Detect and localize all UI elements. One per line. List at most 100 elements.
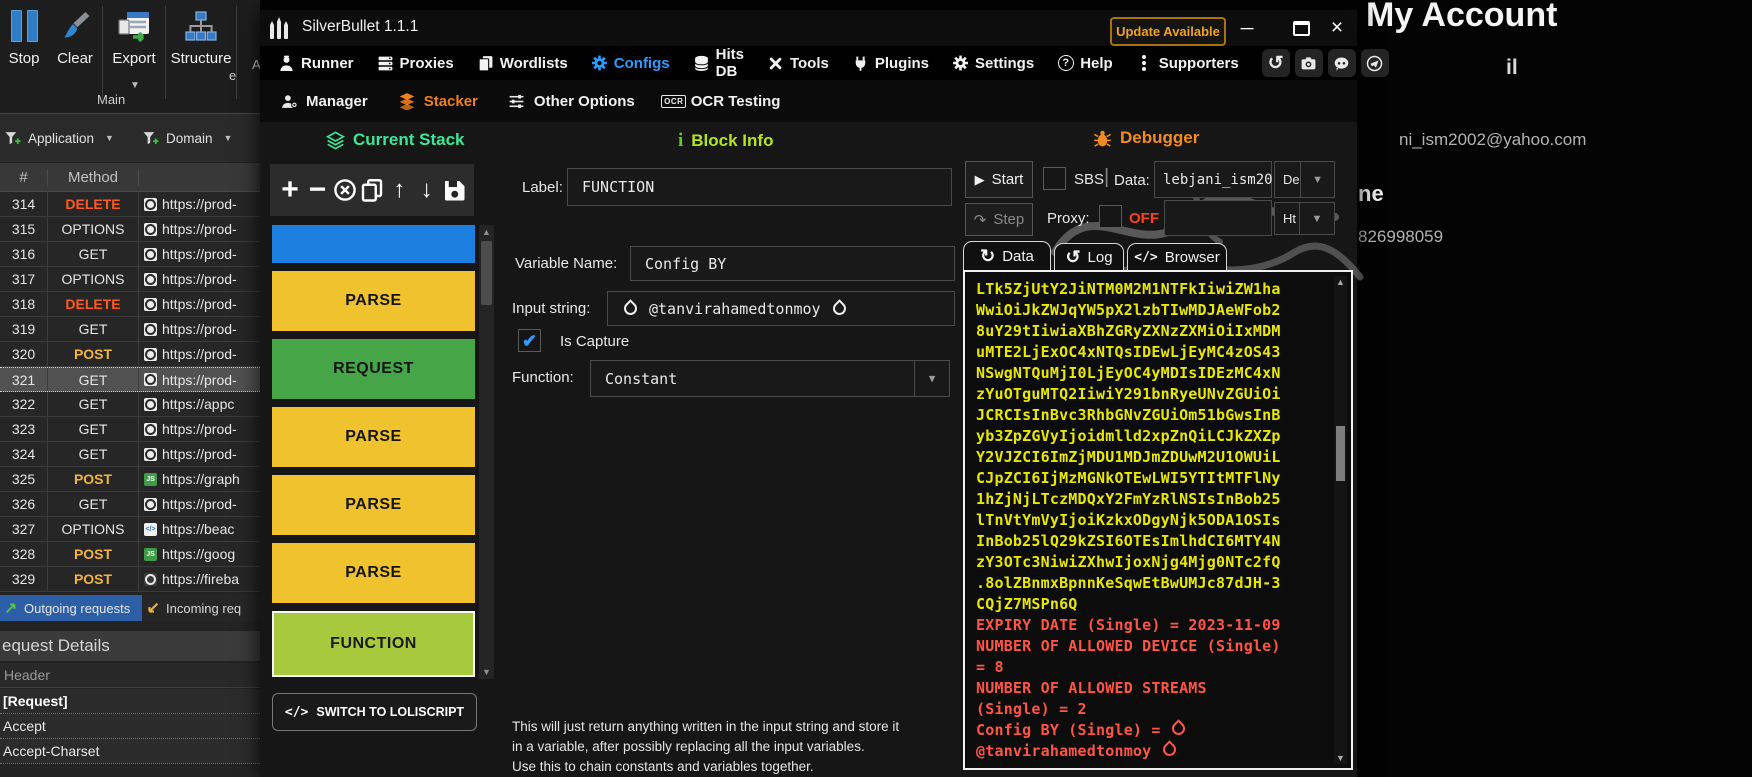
table-row[interactable]: 320POSThttps://prod-	[0, 342, 260, 367]
titlebar[interactable]: SilverBullet 1.1.1 Update Available ─ ×	[260, 10, 1357, 46]
scroll-down-icon[interactable]: ▼	[1334, 753, 1347, 763]
table-row[interactable]: 326GEThttps://prod-	[0, 492, 260, 517]
table-row[interactable]: 328POSTJShttps://goog	[0, 542, 260, 567]
table-row[interactable]: 318DELETEhttps://prod-	[0, 292, 260, 317]
table-row[interactable]: 329POSThttps://fireba	[0, 567, 260, 592]
code-tag-icon: </>	[1134, 250, 1157, 265]
table-row[interactable]: 317OPTIONShttps://prod-	[0, 267, 260, 292]
nav-item-plugins[interactable]: Plugins	[852, 55, 929, 72]
switch-to-loliscript-button[interactable]: </> SWITCH TO LOLISCRIPT	[272, 693, 477, 731]
subnav-item-ocr-testing[interactable]: OCROCR Testing	[665, 92, 781, 110]
output-line: (Single) = 2	[976, 699, 1331, 720]
minimize-button[interactable]: ─	[1232, 16, 1262, 40]
details-row[interactable]: Accept	[0, 714, 260, 739]
debugger-output[interactable]: LTk5ZjUtY2JiNTM0M2M1NTFkIiwiZW1haWwiOiJk…	[963, 270, 1353, 770]
stack-block[interactable]: PARSE	[272, 543, 475, 603]
tab-data[interactable]: ↻ Data	[963, 241, 1051, 271]
tab-outgoing-requests[interactable]: Outgoing requests	[0, 595, 142, 621]
proxy-type-dropdown[interactable]: Ht ▼	[1274, 202, 1335, 235]
data-type-dropdown[interactable]: De ▼	[1274, 161, 1335, 198]
stack-block[interactable]: PARSE	[272, 271, 475, 331]
table-row[interactable]: 315OPTIONShttps://prod-	[0, 217, 260, 242]
column-header-method[interactable]: Method	[47, 169, 139, 186]
nav-item-settings[interactable]: Settings	[952, 55, 1034, 72]
scroll-thumb[interactable]	[1336, 426, 1345, 481]
filter-application[interactable]: Application▼	[4, 130, 114, 147]
discord-button[interactable]	[1328, 49, 1356, 77]
variable-name-input[interactable]: Config BY	[630, 246, 955, 281]
table-row[interactable]: 316GEThttps://prod-	[0, 242, 260, 267]
scroll-thumb[interactable]	[481, 241, 492, 305]
column-header-num[interactable]: #	[0, 169, 47, 186]
toolbar-button-structure[interactable]: Structure	[166, 0, 236, 113]
stack-circle-x-button[interactable]	[333, 173, 357, 207]
table-row-selected[interactable]: 321GEThttps://prod-	[0, 367, 260, 392]
request-url: https://fireba	[139, 567, 260, 591]
data-input[interactable]: lebjani_ism20	[1154, 161, 1272, 198]
table-row[interactable]: 327OPTIONS</>https://beac	[0, 517, 260, 542]
scroll-down-icon[interactable]: ▼	[479, 667, 494, 677]
nav-item-wordlists[interactable]: Wordlists	[477, 55, 568, 72]
function-dropdown[interactable]: Constant ▼	[590, 360, 950, 397]
update-available-button[interactable]: Update Available	[1110, 17, 1226, 46]
stack-block[interactable]: PARSE	[272, 475, 475, 535]
nav-item-proxies[interactable]: Proxies	[377, 55, 454, 72]
nav-item-help[interactable]: ?Help	[1057, 55, 1113, 72]
table-row[interactable]: 323GEThttps://prod-	[0, 417, 260, 442]
export-dropdown-caret[interactable]: ▼	[130, 80, 140, 91]
proxy-checkbox[interactable]	[1099, 205, 1122, 228]
maximize-button[interactable]	[1286, 16, 1316, 40]
stack-minus-button[interactable]: −	[305, 173, 329, 207]
output-scrollbar[interactable]: ▲ ▼	[1334, 276, 1347, 764]
request-number: 320	[0, 342, 47, 366]
stack-copy-button[interactable]	[360, 173, 384, 207]
nav-item-configs[interactable]: Configs	[591, 55, 670, 72]
subnav-item-stacker[interactable]: Stacker	[398, 92, 478, 110]
sbs-checkbox[interactable]	[1043, 167, 1066, 190]
telegram-button[interactable]	[1361, 49, 1389, 77]
scroll-up-icon[interactable]: ▲	[1334, 277, 1347, 287]
stack-plus-button[interactable]: +	[278, 173, 302, 207]
stack-scrollbar[interactable]: ▲ ▼	[479, 225, 494, 679]
details-row[interactable]: Accept-Charset	[0, 739, 260, 764]
tab-browser[interactable]: </> Browser	[1127, 243, 1227, 271]
table-row[interactable]: 319GEThttps://prod-	[0, 317, 260, 342]
details-row[interactable]: [Request]	[0, 689, 260, 714]
proxy-input[interactable]	[1164, 200, 1272, 236]
stack-block[interactable]: REQUEST	[272, 339, 475, 399]
subnav-item-manager[interactable]: Manager	[280, 92, 368, 110]
start-button[interactable]: ▶ Start	[965, 161, 1033, 198]
nav-item-tools[interactable]: Tools	[767, 55, 829, 72]
help-line: Use this to chain constants and variable…	[512, 757, 982, 777]
close-button[interactable]: ×	[1322, 16, 1352, 40]
nav-item-runner[interactable]: Runner	[278, 55, 354, 72]
stack-block[interactable]	[272, 225, 475, 263]
record-icon	[144, 248, 157, 261]
toolbar-button-stop[interactable]: Stop	[0, 0, 48, 113]
scroll-up-icon[interactable]: ▲	[479, 227, 494, 237]
subnav-item-other-options[interactable]: Other Options	[508, 92, 635, 110]
history-icon: ↺	[1268, 52, 1284, 75]
table-row[interactable]: 324GEThttps://prod-	[0, 442, 260, 467]
stack-block-selected[interactable]: FUNCTION	[272, 611, 475, 677]
table-row[interactable]: 314DELETEhttps://prod-	[0, 192, 260, 217]
nav-item-supporters[interactable]: Supporters	[1136, 55, 1239, 72]
label-input[interactable]: FUNCTION	[567, 168, 952, 206]
tab-incoming-req[interactable]: Incoming req	[142, 595, 260, 621]
table-row[interactable]: 325POSTJShttps://graph	[0, 467, 260, 492]
nav-item-hits-db[interactable]: Hits DB	[693, 46, 744, 80]
filter-domain[interactable]: Domain▼	[142, 130, 232, 147]
toolbar-button-clear[interactable]: Clear	[48, 0, 102, 113]
stack-arrow-up-button[interactable]: ↑	[387, 173, 411, 207]
tab-log[interactable]: ↺ Log	[1054, 243, 1124, 271]
camera-button[interactable]	[1295, 49, 1323, 77]
step-button[interactable]: ↷ Step	[965, 203, 1033, 236]
stack-save-button[interactable]	[442, 173, 466, 207]
stack-arrow-down-button[interactable]: ↓	[415, 173, 439, 207]
table-row[interactable]: 322GEThttps://appc	[0, 392, 260, 417]
details-column-header[interactable]: Header	[0, 663, 260, 688]
stack-block[interactable]: PARSE	[272, 407, 475, 467]
input-string-input[interactable]: @tanvirahamedtonmoy	[607, 291, 955, 326]
is-capture-checkbox[interactable]: ✔	[518, 329, 541, 352]
history-button[interactable]: ↺	[1262, 49, 1290, 77]
